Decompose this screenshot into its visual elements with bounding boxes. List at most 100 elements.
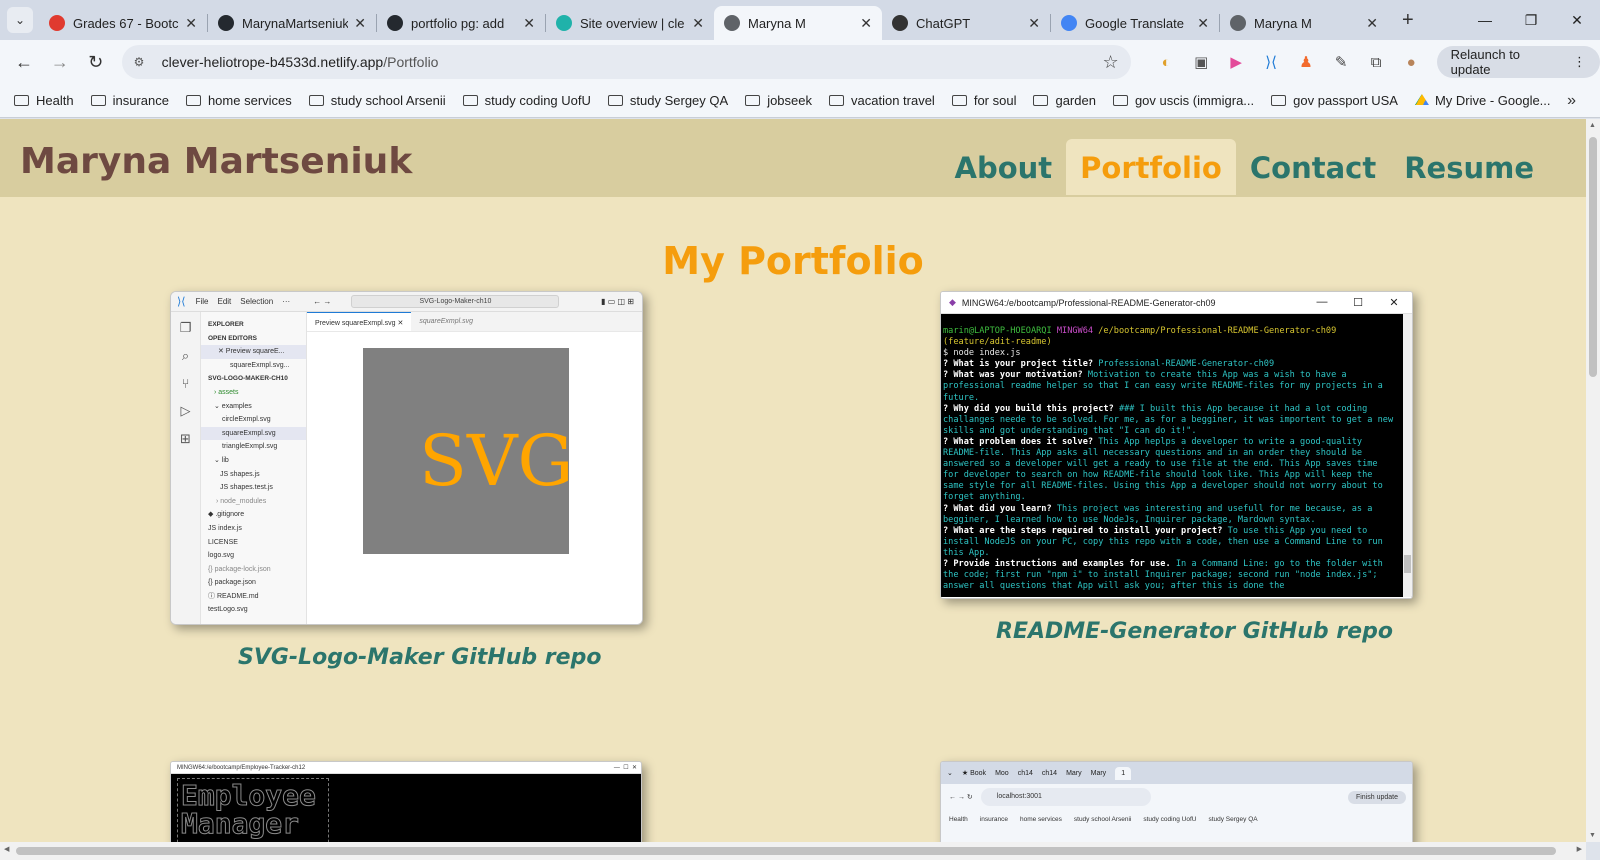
- project-screenshot[interactable]: ⟩⟨ File Edit Selection ··· ← → SVG-Logo-…: [170, 291, 643, 625]
- scroll-up-icon[interactable]: ▲: [1589, 122, 1596, 129]
- mini-tab: ch14: [1041, 769, 1058, 777]
- bookmark-item[interactable]: My Drive - Google...: [1414, 93, 1551, 108]
- tab-title: Maryna M: [1254, 15, 1312, 31]
- site-info-icon[interactable]: ⚙: [134, 55, 154, 69]
- prompt-env: MINGW64: [1056, 326, 1094, 336]
- close-icon[interactable]: ✕: [1028, 15, 1040, 32]
- bookmark-item[interactable]: study Sergey QA: [607, 93, 728, 108]
- extension-icon[interactable]: ◐: [1149, 54, 1184, 71]
- relaunch-update-button[interactable]: Relaunch to update ⋮: [1436, 46, 1600, 78]
- forward-arrow-icon[interactable]: →: [42, 52, 78, 73]
- favicon-icon: [218, 15, 234, 31]
- project-screenshot[interactable]: MINGW64:/e/bootcamp/Employee-Tracker-ch1…: [170, 761, 642, 842]
- folder-icon: [1271, 95, 1287, 106]
- avatar[interactable]: ●: [1394, 54, 1429, 71]
- favicon-icon: [49, 15, 65, 31]
- favicon-icon: [556, 15, 572, 31]
- browser-tab[interactable]: Maryna M ✕: [714, 6, 882, 40]
- nav-resume[interactable]: Resume: [1390, 139, 1548, 195]
- tab-title: Site overview | cle: [580, 15, 685, 31]
- project-caption[interactable]: SVG-Logo-Maker GitHub repo: [238, 645, 601, 670]
- bookmark-item[interactable]: study school Arsenii: [308, 93, 446, 108]
- restore-button[interactable]: ❐: [1508, 12, 1554, 29]
- browser-tab[interactable]: portfolio pg: add ✕: [377, 6, 545, 40]
- nav-about[interactable]: About: [941, 139, 1067, 195]
- close-icon[interactable]: ✕: [692, 15, 704, 32]
- close-icon[interactable]: ✕: [1197, 15, 1209, 32]
- horizontal-scrollbar[interactable]: ◀ ▶: [0, 842, 1586, 860]
- browser-tab[interactable]: Google Translate ✕: [1051, 6, 1219, 40]
- bookmark-item[interactable]: insurance: [90, 93, 169, 108]
- bookmark-star-icon[interactable]: ☆: [1103, 52, 1119, 73]
- scroll-left-icon[interactable]: ◀: [4, 845, 9, 853]
- scrollbar-thumb[interactable]: [16, 847, 1556, 855]
- bookmark-item[interactable]: Health: [14, 93, 74, 108]
- scrollbar-thumb[interactable]: [1589, 137, 1597, 377]
- extension-icon[interactable]: ♟: [1289, 53, 1324, 71]
- bookmark-item[interactable]: vacation travel: [829, 93, 935, 108]
- vertical-scrollbar[interactable]: ▲ ▼: [1586, 119, 1600, 842]
- browser-tab[interactable]: Site overview | cle ✕: [546, 6, 714, 40]
- close-window-button[interactable]: ✕: [1554, 12, 1600, 29]
- browser-tab[interactable]: ChatGPT ✕: [882, 6, 1050, 40]
- bookmark-label: garden: [1055, 93, 1096, 108]
- address-bar[interactable]: ⚙ clever-heliotrope-b4533d.netlify.app/P…: [121, 45, 1131, 79]
- folder-icon: [829, 95, 844, 106]
- nav-portfolio[interactable]: Portfolio: [1066, 139, 1236, 195]
- extension-icon[interactable]: ▣: [1184, 53, 1219, 71]
- bookmark-item[interactable]: home services: [185, 93, 292, 108]
- tab-title: portfolio pg: add: [411, 15, 505, 31]
- extension-icon[interactable]: ▶: [1219, 53, 1254, 71]
- chevron-right-double-icon[interactable]: »: [1567, 92, 1576, 110]
- folder-icon: [185, 95, 201, 106]
- close-icon[interactable]: ✕: [860, 15, 872, 32]
- menu-item: File: [195, 297, 209, 306]
- tab-title: MarynaMartseniuk: [242, 15, 349, 31]
- bookmark-item[interactable]: study coding UofU: [462, 93, 591, 108]
- explorer-item: ✕ Preview squareE...: [201, 345, 306, 359]
- bookmark-item[interactable]: for soul: [951, 93, 1016, 108]
- mini-bookmark: study school Arsenii: [1073, 815, 1132, 823]
- bookmarks-container: Health insurance home services study school…: [14, 93, 1568, 108]
- terminal-titlebar: MINGW64:/e/bootcamp/Employee-Tracker-ch1…: [171, 762, 641, 774]
- close-icon[interactable]: ✕: [354, 15, 366, 32]
- close-icon[interactable]: ✕: [523, 15, 535, 32]
- bookmark-item[interactable]: garden: [1033, 93, 1096, 108]
- minimize-button[interactable]: —: [1462, 12, 1508, 28]
- tab-search-button[interactable]: ⌄: [7, 7, 33, 33]
- bookmark-item[interactable]: jobseek: [745, 93, 812, 108]
- terminal-question: ? What was your motivation?: [943, 370, 1083, 381]
- project-screenshot[interactable]: ◆ MINGW64:/e/bootcamp/Professional-READM…: [940, 291, 1413, 599]
- plus-icon[interactable]: +: [1402, 9, 1414, 32]
- browser-tab[interactable]: Grades 67 - Bootc ✕: [39, 6, 207, 40]
- editor-tab: squareExmpl.svg: [419, 318, 474, 325]
- vscode-extension-icon[interactable]: ⟩⟨: [1254, 53, 1289, 71]
- terminal-command: $ node index.js: [943, 348, 1021, 359]
- puzzle-icon[interactable]: ⧉: [1359, 54, 1394, 71]
- vscode-editor: Preview squareExmpl.svg ✕ squareExmpl.sv…: [307, 312, 642, 624]
- terminal-qa-line: ? What are the steps required to install…: [943, 526, 1398, 559]
- eyedropper-icon[interactable]: ✎: [1324, 53, 1359, 71]
- reload-icon[interactable]: ↻: [78, 52, 114, 73]
- bookmark-item[interactable]: gov uscis (immigra...: [1112, 93, 1254, 108]
- terminal-scrollbar[interactable]: [1403, 314, 1412, 597]
- close-icon[interactable]: ✕: [185, 15, 197, 32]
- back-arrow-icon[interactable]: ←: [6, 52, 42, 73]
- terminal-question: ? What did you learn?: [943, 503, 1052, 514]
- project-caption[interactable]: README-Generator GitHub repo: [996, 619, 1393, 644]
- bookmark-label: home services: [207, 93, 292, 108]
- terminal-qa-line: ? What was your motivation? Motivation t…: [943, 370, 1398, 403]
- browser-tab[interactable]: Maryna M ✕: [1220, 6, 1388, 40]
- project-screenshot[interactable]: ⌄ ★ Book Moo ch14 ch14 Mary Mary 1 ← → ↻ localh…: [940, 761, 1413, 842]
- scroll-down-icon[interactable]: ▼: [1589, 832, 1596, 839]
- browser-tab[interactable]: MarynaMartseniuk ✕: [208, 6, 376, 40]
- tab-title: ChatGPT: [916, 15, 971, 31]
- nav-contact[interactable]: Contact: [1236, 139, 1390, 195]
- files-icon: ❐: [179, 320, 192, 335]
- close-icon[interactable]: ✕: [1366, 15, 1378, 32]
- mini-tab: Mary: [1090, 769, 1107, 777]
- bookmark-label: study coding UofU: [484, 93, 591, 108]
- mini-tab: Moo: [995, 769, 1009, 777]
- bookmark-item[interactable]: gov passport USA: [1271, 93, 1398, 108]
- scroll-right-icon[interactable]: ▶: [1577, 845, 1582, 853]
